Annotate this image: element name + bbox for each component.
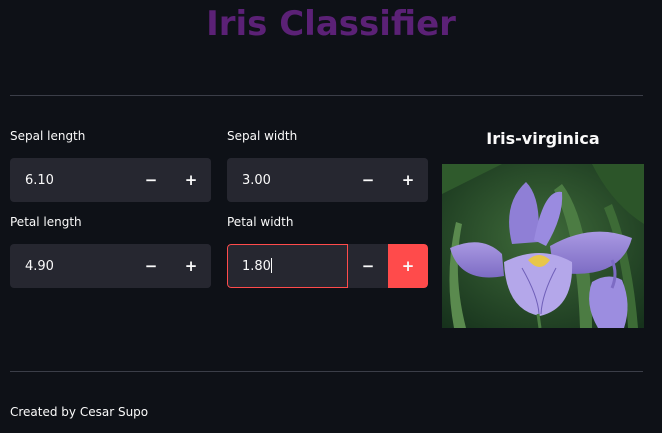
sepal-width-decrement-button[interactable]: − [348,158,388,202]
sepal-length-decrement-button[interactable]: − [131,158,171,202]
sepal-width-label: Sepal width [227,129,298,143]
bottom-divider [10,371,643,372]
sepal-width-field: Sepal width 3.00 − + [227,128,428,202]
top-divider [10,95,643,96]
petal-width-value: 1.80 [242,259,271,274]
footer-credit: Created by Cesar Supo [10,405,149,419]
iris-flower-image [442,164,644,328]
sepal-length-label: Sepal length [10,129,86,143]
text-caret [270,258,272,273]
petal-width-number-input: 1.80 − + [227,244,428,288]
sepal-width-number-input: 3.00 − + [227,158,428,202]
petal-width-increment-button[interactable]: + [388,244,428,288]
petal-length-field: Petal length 4.90 − + [10,214,211,288]
sepal-length-input[interactable]: 6.10 [10,158,131,202]
petal-length-label: Petal length [10,215,82,229]
petal-width-input[interactable]: 1.80 [227,244,348,288]
sepal-length-field: Sepal length 6.10 − + [10,128,211,202]
sepal-length-increment-button[interactable]: + [171,158,211,202]
petal-length-input[interactable]: 4.90 [10,244,131,288]
petal-length-number-input: 4.90 − + [10,244,211,288]
sepal-width-increment-button[interactable]: + [388,158,428,202]
page-title: Iris Classifier [206,4,456,44]
app-page: Iris Classifier Sepal length 6.10 − + Se… [0,0,662,433]
petal-width-field: Petal width 1.80 − + [227,214,428,288]
petal-length-increment-button[interactable]: + [171,244,211,288]
sepal-width-input[interactable]: 3.00 [227,158,348,202]
petal-width-label: Petal width [227,215,294,229]
prediction-label: Iris-virginica [486,129,600,148]
sepal-length-number-input: 6.10 − + [10,158,211,202]
petal-width-decrement-button[interactable]: − [348,244,388,288]
petal-length-decrement-button[interactable]: − [131,244,171,288]
